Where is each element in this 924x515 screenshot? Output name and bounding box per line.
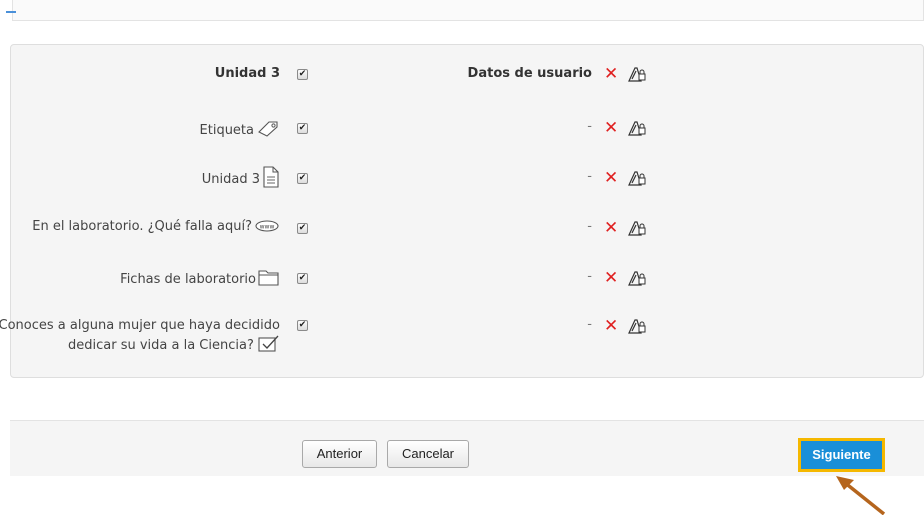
folder-icon — [258, 267, 280, 292]
delete-x-icon[interactable]: ✕ — [604, 170, 618, 187]
list-item: ¿Conoces a alguna mujer que haya decidid… — [0, 317, 924, 361]
edit-lock-icon[interactable] — [627, 269, 647, 291]
previous-button[interactable]: Anterior — [302, 440, 377, 468]
edit-lock-icon[interactable] — [627, 169, 647, 191]
edit-lock-icon[interactable] — [627, 119, 647, 141]
include-checkbox[interactable]: ✔ — [297, 273, 308, 284]
item-label-text: En el laboratorio. ¿Qué falla aquí? — [32, 218, 252, 234]
tag-icon — [256, 119, 280, 142]
edit-lock-icon[interactable] — [627, 219, 647, 241]
item-label: Unidad 3 — [214, 66, 280, 81]
list-item: Unidad 3 ✔ Datos de usuario ✕ — [0, 64, 924, 86]
include-checkbox[interactable]: ✔ — [297, 123, 308, 134]
next-button[interactable]: Siguiente — [801, 441, 882, 469]
choice-icon — [258, 334, 280, 357]
item-label: ¿Conoces a alguna mujer que haya decidid… — [0, 317, 280, 357]
edit-lock-icon[interactable] — [627, 317, 647, 339]
svg-text:www: www — [260, 224, 275, 231]
item-label: Etiqueta — [200, 119, 280, 142]
cancel-button[interactable]: Cancelar — [387, 440, 469, 468]
list-item: Fichas de laboratorio ✔ - ✕ — [0, 265, 924, 287]
item-label: Unidad 3 — [202, 166, 280, 193]
delete-x-icon[interactable]: ✕ — [604, 318, 618, 335]
item-label: En el laboratorio. ¿Qué falla aquí? www — [32, 216, 280, 237]
item-label-text: Etiqueta — [199, 122, 254, 138]
item-status: - — [587, 219, 592, 234]
top-accent-mark — [6, 11, 16, 13]
delete-x-icon[interactable]: ✕ — [604, 270, 618, 287]
include-checkbox[interactable]: ✔ — [297, 69, 308, 80]
item-status: - — [587, 317, 592, 332]
include-checkbox[interactable]: ✔ — [297, 173, 308, 184]
delete-x-icon[interactable]: ✕ — [604, 66, 618, 83]
item-label-text: Unidad 3 — [201, 171, 260, 187]
list-item: Unidad 3 ✔ - ✕ — [0, 164, 924, 188]
item-status: - — [587, 169, 592, 184]
page-icon — [262, 166, 280, 193]
top-strip — [12, 0, 924, 21]
item-status: Datos de usuario — [467, 66, 592, 81]
edit-lock-icon[interactable] — [627, 65, 647, 87]
item-label-text: Fichas de laboratorio — [120, 271, 256, 287]
include-checkbox[interactable]: ✔ — [297, 320, 308, 331]
item-status: - — [587, 269, 592, 284]
delete-x-icon[interactable]: ✕ — [604, 220, 618, 237]
pointer-arrow-icon — [836, 476, 886, 515]
list-item: En el laboratorio. ¿Qué falla aquí? www … — [0, 214, 924, 237]
delete-x-icon[interactable]: ✕ — [604, 120, 618, 137]
item-label: Fichas de laboratorio — [120, 267, 280, 292]
item-status: - — [587, 119, 592, 134]
item-label-text: ¿Conoces a alguna mujer que haya decidid… — [0, 318, 280, 353]
url-icon: www — [254, 216, 280, 237]
include-checkbox[interactable]: ✔ — [297, 223, 308, 234]
list-item: Etiqueta ✔ - ✕ — [0, 117, 924, 139]
